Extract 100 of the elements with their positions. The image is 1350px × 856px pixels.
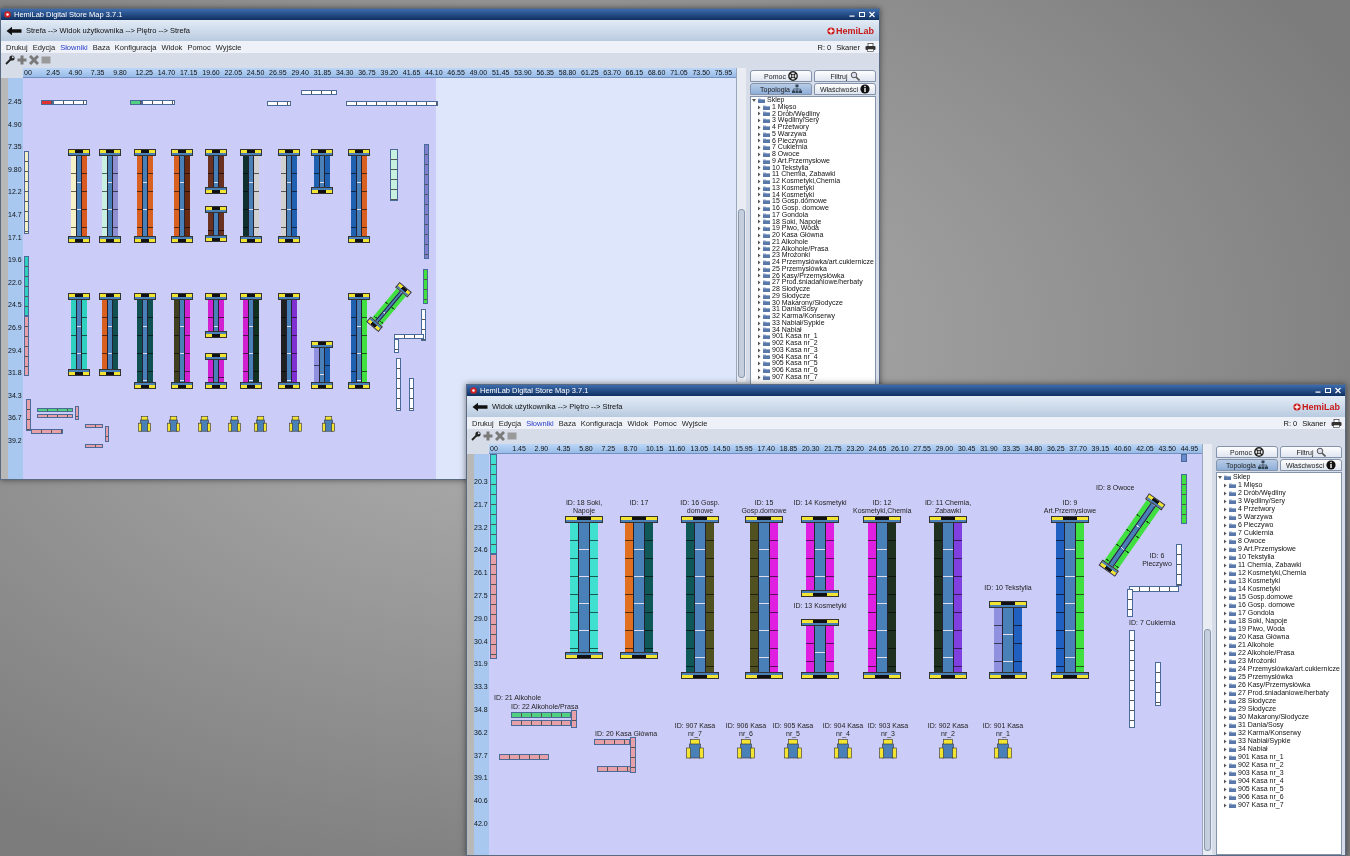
expander-icon[interactable]	[757, 199, 761, 205]
expander-icon[interactable]	[1223, 738, 1227, 744]
vertical-scrollbar[interactable]	[1202, 444, 1212, 855]
close-icon[interactable]	[868, 11, 876, 18]
expander-icon[interactable]	[757, 226, 761, 232]
expander-icon[interactable]	[1223, 666, 1227, 672]
expander-icon[interactable]	[1223, 658, 1227, 664]
expander-icon[interactable]	[757, 361, 761, 367]
expander-icon[interactable]	[757, 178, 761, 184]
printer-icon[interactable]	[865, 42, 876, 52]
expander-icon[interactable]	[1223, 634, 1227, 640]
maximize-icon[interactable]	[1324, 387, 1332, 394]
expander-icon[interactable]	[757, 239, 761, 245]
expander-icon[interactable]	[757, 151, 761, 157]
expander-icon[interactable]	[1223, 578, 1227, 584]
expander-icon[interactable]	[1223, 610, 1227, 616]
expander-icon[interactable]	[757, 138, 761, 144]
expander-icon[interactable]	[1223, 802, 1227, 808]
expander-icon[interactable]	[757, 259, 761, 265]
expander-icon[interactable]	[1223, 626, 1227, 632]
cross-icon[interactable]	[495, 431, 505, 441]
expander-icon[interactable]	[1223, 546, 1227, 552]
close-icon[interactable]	[1334, 387, 1342, 394]
expander-icon[interactable]	[757, 185, 761, 191]
expander-icon[interactable]	[1223, 602, 1227, 608]
expander-icon[interactable]	[1223, 618, 1227, 624]
expander-icon[interactable]	[757, 165, 761, 171]
expander-icon[interactable]	[757, 192, 761, 198]
expander-icon[interactable]	[757, 232, 761, 238]
expander-icon[interactable]	[757, 104, 761, 110]
expander-icon[interactable]	[1223, 562, 1227, 568]
expander-icon[interactable]	[1218, 474, 1222, 480]
expander-icon[interactable]	[1223, 554, 1227, 560]
expander-icon[interactable]	[757, 286, 761, 292]
back-arrow-icon[interactable]	[472, 401, 488, 412]
expander-icon[interactable]	[757, 367, 761, 373]
expander-icon[interactable]	[757, 320, 761, 326]
expander-icon[interactable]	[757, 280, 761, 286]
expander-icon[interactable]	[1223, 570, 1227, 576]
expander-icon[interactable]	[1223, 522, 1227, 528]
expander-icon[interactable]	[1223, 594, 1227, 600]
expander-icon[interactable]	[1223, 762, 1227, 768]
checkout-drawing	[737, 739, 755, 759]
expander-icon[interactable]	[757, 205, 761, 211]
expander-icon[interactable]	[757, 219, 761, 225]
wrench-icon[interactable]	[5, 55, 15, 65]
expander-icon[interactable]	[757, 111, 761, 117]
expander-icon[interactable]	[1223, 674, 1227, 680]
expander-icon[interactable]	[1223, 722, 1227, 728]
expander-icon[interactable]	[1223, 490, 1227, 496]
expander-icon[interactable]	[1223, 514, 1227, 520]
expander-icon[interactable]	[1223, 506, 1227, 512]
expander-icon[interactable]	[1223, 770, 1227, 776]
maximize-icon[interactable]	[858, 11, 866, 18]
wrench-icon[interactable]	[471, 431, 481, 441]
expander-icon[interactable]	[757, 307, 761, 313]
expander-icon[interactable]	[757, 266, 761, 272]
expander-icon[interactable]	[757, 347, 761, 353]
expander-icon[interactable]	[757, 253, 761, 259]
expander-icon[interactable]	[1223, 698, 1227, 704]
expander-icon[interactable]	[757, 172, 761, 178]
expander-icon[interactable]	[757, 313, 761, 319]
expander-icon[interactable]	[757, 145, 761, 151]
expander-icon[interactable]	[757, 273, 761, 279]
expander-icon[interactable]	[1223, 786, 1227, 792]
expander-icon[interactable]	[1223, 778, 1227, 784]
expander-icon[interactable]	[1223, 746, 1227, 752]
expander-icon[interactable]	[1223, 530, 1227, 536]
expander-icon[interactable]	[1223, 498, 1227, 504]
expander-icon[interactable]	[757, 374, 761, 380]
printer-icon[interactable]	[1331, 418, 1342, 428]
expander-icon[interactable]	[1223, 714, 1227, 720]
expander-icon[interactable]	[757, 158, 761, 164]
expander-icon[interactable]	[1223, 482, 1227, 488]
expander-icon[interactable]	[1223, 794, 1227, 800]
expander-icon[interactable]	[757, 246, 761, 252]
checkout-drawing	[254, 416, 267, 432]
expander-icon[interactable]	[1223, 730, 1227, 736]
expander-icon[interactable]	[1223, 682, 1227, 688]
expander-icon[interactable]	[757, 334, 761, 340]
expander-icon[interactable]	[1223, 650, 1227, 656]
expander-icon[interactable]	[757, 124, 761, 130]
expander-icon[interactable]	[752, 97, 756, 103]
cross-icon[interactable]	[29, 55, 39, 65]
back-arrow-icon[interactable]	[6, 25, 22, 36]
expander-icon[interactable]	[1223, 586, 1227, 592]
expander-icon[interactable]	[757, 354, 761, 360]
expander-icon[interactable]	[1223, 690, 1227, 696]
expander-icon[interactable]	[1223, 538, 1227, 544]
expander-icon[interactable]	[1223, 706, 1227, 712]
expander-icon[interactable]	[1223, 754, 1227, 760]
expander-icon[interactable]	[757, 293, 761, 299]
expander-icon[interactable]	[757, 300, 761, 306]
expander-icon[interactable]	[1223, 642, 1227, 648]
expander-icon[interactable]	[757, 327, 761, 333]
expander-icon[interactable]	[757, 212, 761, 218]
expander-icon[interactable]	[757, 340, 761, 346]
expander-icon[interactable]	[757, 118, 761, 124]
expander-icon[interactable]	[757, 131, 761, 137]
vertical-scrollbar[interactable]	[736, 68, 746, 382]
